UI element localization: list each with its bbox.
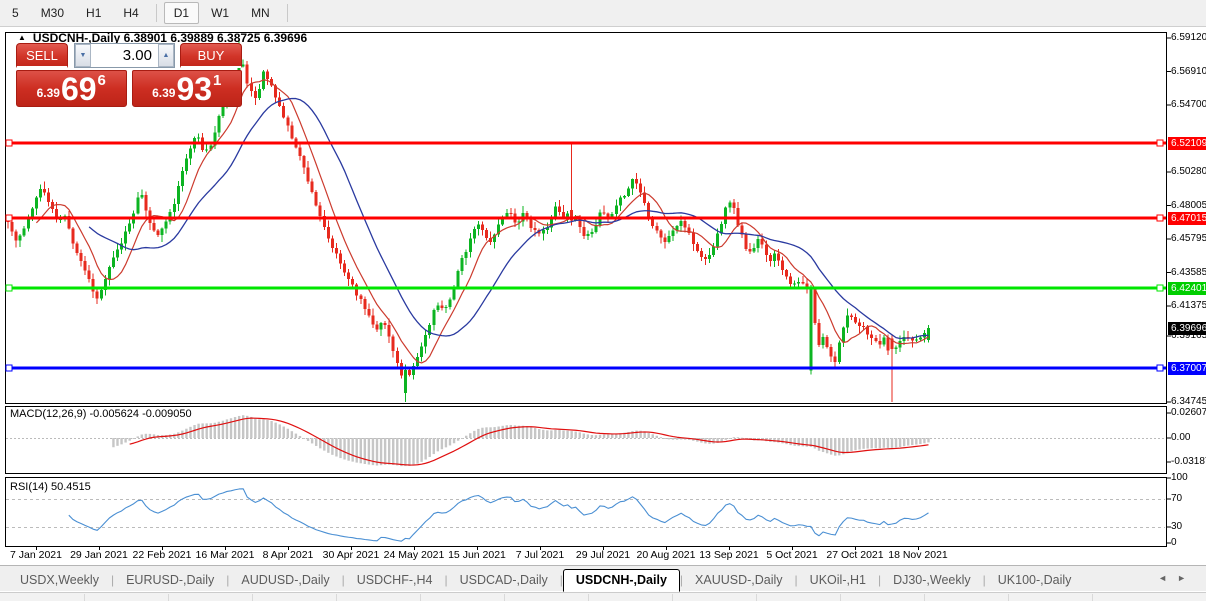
date-axis-label: 24 May 2021 [383, 549, 445, 561]
price-axis-tick: 6.50280 [1171, 166, 1206, 177]
sell-price-pip: 6 [97, 72, 106, 89]
chart-tab-xauusd-daily[interactable]: XAUUSD-,Daily [683, 570, 795, 591]
chart-tab-eurusd-daily[interactable]: EURUSD-,Daily [114, 570, 226, 591]
line-handle[interactable] [5, 139, 13, 147]
date-axis-label: 16 Mar 2021 [195, 549, 255, 561]
rsi-axis-tick: 0 [1171, 537, 1177, 548]
tab-scroll-arrows: ◄► [1158, 573, 1196, 583]
sell-price-main: 69 [60, 71, 97, 107]
date-axis-label: 30 Apr 2021 [322, 549, 380, 561]
buy-button[interactable]: BUY [180, 43, 242, 68]
price-axis-tick: 6.54700 [1171, 99, 1206, 110]
price-level-label: 6.42401 [1168, 281, 1206, 295]
chart-tab-usdx-weekly[interactable]: USDX,Weekly [8, 570, 111, 591]
date-axis-label: 5 Oct 2021 [766, 549, 818, 561]
chart-tab-dj30-weekly[interactable]: DJ30-,Weekly [881, 570, 983, 591]
buy-price-main: 93 [176, 71, 213, 107]
price-axis-tick: 6.48005 [1171, 199, 1206, 211]
tab-scroll-left-icon[interactable]: ◄ [1158, 573, 1177, 583]
macd-axis-tick: -0.03187 [1171, 456, 1206, 467]
volume-input[interactable] [91, 44, 158, 67]
macd-layer [6, 415, 1165, 467]
price-level-label: 6.52109 [1168, 136, 1206, 150]
date-axis-label: 22 Feb 2021 [132, 549, 192, 561]
date-axis-label: 20 Aug 2021 [636, 549, 696, 561]
pane-frame [5, 477, 1167, 547]
price-axis-tick: 6.41375 [1171, 300, 1206, 311]
date-axis-label: 8 Apr 2021 [262, 549, 314, 561]
price-axis-tick: 6.34745 [1171, 396, 1206, 407]
symbol-marker-icon: ▲ [18, 33, 26, 42]
chart-tab-usdchf-h4[interactable]: USDCHF-,H4 [345, 570, 445, 591]
line-handle[interactable] [5, 214, 13, 222]
sell-button[interactable]: SELL [16, 43, 68, 68]
macd-label: MACD(12,26,9) -0.005624 -0.009050 [10, 408, 192, 420]
line-handle[interactable] [1156, 139, 1164, 147]
price-axis-tick: 6.43585 [1171, 266, 1206, 278]
price-axis-tick: 6.56910 [1171, 65, 1206, 77]
chart-tab-audusd-daily[interactable]: AUDUSD-,Daily [229, 570, 341, 591]
buy-price-prefix: 6.39 [152, 86, 176, 100]
volume-increase-button[interactable]: ▲ [158, 44, 174, 67]
price-level-label: 6.39696 [1168, 321, 1206, 335]
one-click-trade-panel: SELL ▼ ▲ BUY 6.39 69 6 6.39 93 1 [16, 43, 242, 107]
date-axis-label: 29 Jan 2021 [70, 549, 128, 561]
date-axis-label: 7 Jan 2021 [10, 549, 62, 561]
rsi-axis-tick: 30 [1171, 521, 1183, 532]
price-level-label: 6.37007 [1168, 361, 1206, 375]
trading-terminal: 5 M30 H1 H4 D1 W1 MN ▲ USDCNH-,Daily 6.38901 6… [0, 0, 1206, 601]
rsi-layer [6, 488, 1165, 542]
line-handle[interactable] [1156, 364, 1164, 372]
buy-price-box[interactable]: 6.39 93 1 [131, 70, 242, 107]
line-handle[interactable] [5, 284, 13, 292]
chart-tab-bar: USDX,Weekly | EURUSD-,Daily | AUDUSD-,Daily |… [0, 565, 1206, 592]
rsi-label: RSI(14) 50.4515 [10, 481, 91, 493]
macd-axis-tick: 0.00 [1171, 432, 1191, 443]
chart-tab-ukoil-h1[interactable]: UKOil-,H1 [798, 570, 878, 591]
tab-scroll-right-icon[interactable]: ► [1177, 573, 1196, 583]
line-handle[interactable] [1156, 214, 1164, 222]
date-axis-label: 18 Nov 2021 [888, 549, 948, 561]
buy-price-pip: 1 [213, 72, 222, 89]
date-axis-label: 27 Oct 2021 [826, 549, 884, 561]
date-axis-label: 29 Jul 2021 [575, 549, 631, 561]
volume-stepper: ▼ ▲ [74, 43, 175, 68]
date-axis-label: 13 Sep 2021 [699, 549, 759, 561]
sell-price-box[interactable]: 6.39 69 6 [16, 70, 127, 107]
date-axis-label: 15 Jun 2021 [448, 549, 506, 561]
price-axis-tick: 6.59120 [1171, 32, 1206, 43]
line-handle[interactable] [1156, 284, 1164, 292]
chart-tab-usdcnh-daily[interactable]: USDCNH-,Daily [562, 569, 680, 592]
price-axis-tick: 6.45795 [1171, 233, 1206, 244]
chart-tab-usdcad-daily[interactable]: USDCAD-,Daily [448, 570, 560, 591]
sell-price-prefix: 6.39 [36, 86, 60, 100]
macd-axis-tick: 0.02607 [1171, 407, 1206, 418]
price-level-label: 6.47015 [1168, 211, 1206, 225]
chart-tab-uk100-daily[interactable]: UK100-,Daily [986, 570, 1084, 591]
volume-decrease-button[interactable]: ▼ [75, 44, 91, 67]
rsi-axis-tick: 70 [1171, 493, 1183, 504]
date-axis-label: 7 Jul 2021 [515, 549, 565, 561]
line-handle[interactable] [5, 364, 13, 372]
rsi-axis-tick: 100 [1171, 472, 1188, 483]
